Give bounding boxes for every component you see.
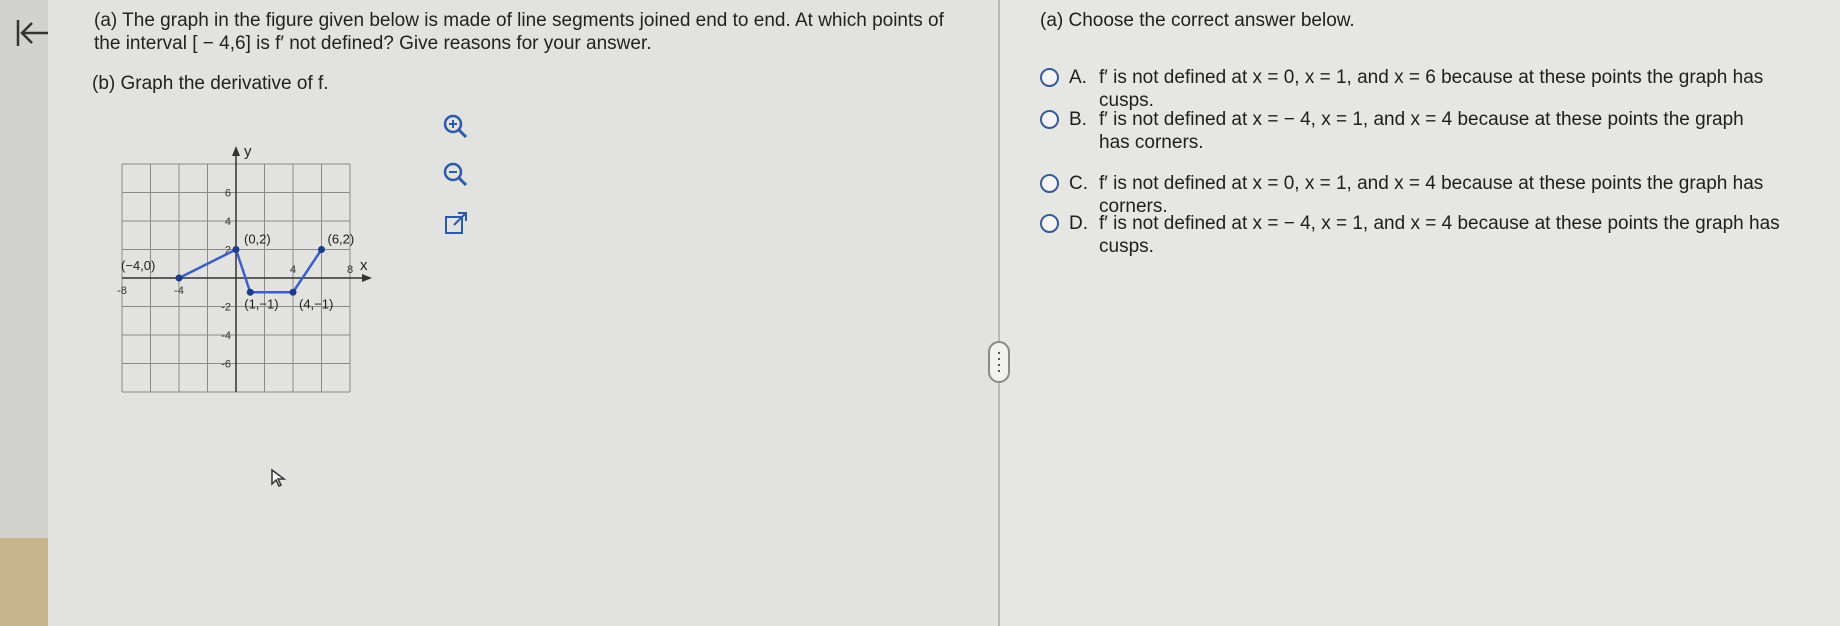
y-tick-label: 6 [225,188,231,200]
open-new-window-icon[interactable] [442,210,472,240]
zoom-in-icon[interactable] [440,112,470,142]
y-tick-label: -6 [221,359,231,371]
graph-axes [122,146,372,392]
point-label: (0,2) [244,232,271,247]
x-tick-label: -8 [117,285,127,297]
option-b-text: f′ is not defined at x = − 4, x = 1, and… [1099,109,1744,153]
option-d-letter: D. [1069,213,1088,234]
option-b-letter: B. [1069,109,1087,130]
pane-divider [998,0,1000,626]
option-d-text: f′ is not defined at x = − 4, x = 1, and… [1099,213,1780,257]
function-line [178,247,323,294]
divider-handle[interactable] [988,341,1010,383]
zoom-out-icon[interactable] [440,160,470,190]
radio-c[interactable] [1040,174,1059,193]
function-point [175,274,183,282]
function-point [246,288,254,296]
x-tick-label: 4 [290,264,296,276]
left-strip [0,0,48,626]
option-a-letter: A. [1069,67,1087,88]
function-points: (−4,0) (0,2) (1,−1) (4,−1) (6,2) [121,232,354,312]
graph-ticks: -8 -44 8642-2-4-6 [117,188,353,371]
question-part-a: (a) The graph in the figure given below … [94,10,944,54]
point-label: (6,2) [328,232,355,247]
y-axis-arrow [232,146,240,156]
radio-a[interactable] [1040,68,1059,87]
y-tick-label: -4 [221,330,231,342]
y-axis-label: y [244,143,252,160]
x-axis-arrow [362,274,372,282]
option-a-text: f′ is not defined at x = 0, x = 1, and x… [1099,67,1764,111]
radio-b[interactable] [1040,110,1059,129]
function-point [289,288,297,296]
radio-d[interactable] [1040,214,1059,233]
y-tick-label: -2 [221,302,231,314]
question-part-b: (b) Graph the derivative of f. [92,73,329,94]
point-label: (−4,0) [121,258,155,273]
function-graph: -8 -44 8642-2-4-6 (−4,0)(0,2)(1,−1) (4,−1)(… [117,143,372,393]
y-tick-label: 4 [225,216,231,228]
mouse-cursor-icon [270,468,288,493]
option-c-letter: C. [1069,173,1088,194]
x-tick-label: 8 [347,264,353,276]
x-tick-label: -4 [174,285,184,297]
strip-accent [0,538,48,626]
point-label: (4,−1) [299,296,333,311]
point-label: (1,−1) [244,296,278,311]
function-point [318,246,325,253]
function-point [232,246,240,253]
answer-header: (a) Choose the correct answer below. [1040,10,1355,31]
x-axis-label: x [360,257,368,274]
